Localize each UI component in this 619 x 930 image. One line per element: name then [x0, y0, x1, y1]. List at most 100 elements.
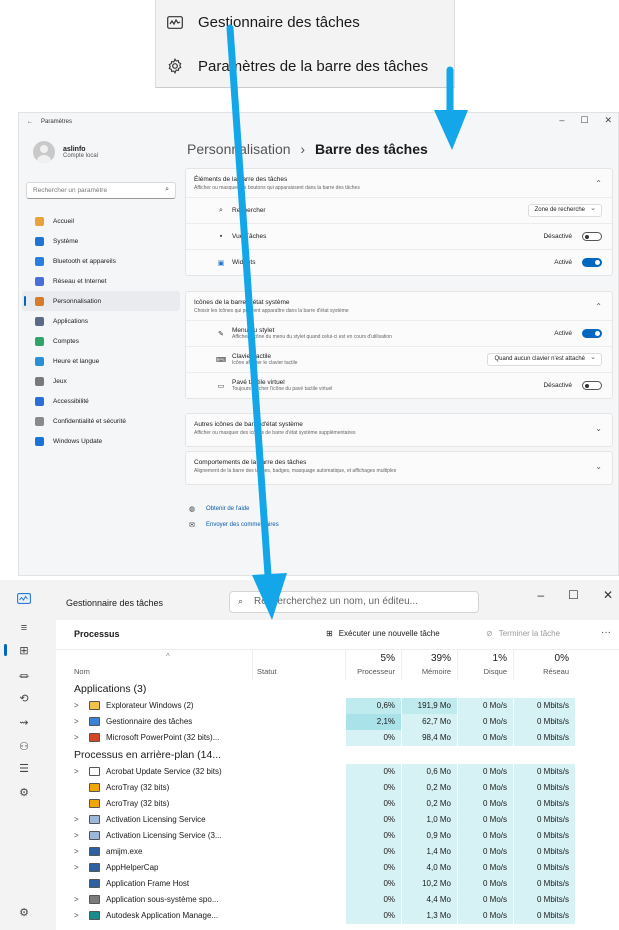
- table-row[interactable]: > Acrobat Update Service (32 bits) 0% 0,6 M…: [56, 764, 619, 780]
- minimize-icon[interactable]: –: [559, 115, 564, 126]
- close-icon[interactable]: ✕: [603, 588, 613, 602]
- sidebar-item-bluetooth-et-appareils[interactable]: Bluetooth et appareils: [22, 251, 180, 271]
- sidebar-item-confidentialit-et-s-curit-[interactable]: Confidentialité et sécurité: [22, 411, 180, 431]
- sidebar-item-windows-update[interactable]: Windows Update: [22, 431, 180, 451]
- sidebar-item-r-seau-et-internet[interactable]: Réseau et Internet: [22, 271, 180, 291]
- chevron-up-icon[interactable]: ⌃: [595, 179, 602, 188]
- chevron-right-icon[interactable]: >: [74, 831, 79, 840]
- column-header-name[interactable]: ^ Nom: [56, 650, 252, 680]
- column-usage: 1%: [492, 653, 507, 664]
- cell-net: 0 Mbits/s: [513, 764, 575, 780]
- chevron-right-icon[interactable]: >: [74, 815, 79, 824]
- card-header[interactable]: Comportements de la barre des tâches Ali…: [186, 452, 612, 480]
- maximize-icon[interactable]: ☐: [568, 588, 579, 602]
- chevron-right-icon[interactable]: >: [74, 717, 79, 726]
- column-header-cpu[interactable]: 5% Processeur: [345, 650, 401, 680]
- table-row[interactable]: > Explorateur Windows (2) 0,6% 191,9 Mo 0 Mo…: [56, 698, 619, 714]
- maximize-icon[interactable]: ☐: [580, 115, 588, 126]
- end-task-button[interactable]: ⊘ Terminer la tâche: [486, 629, 560, 638]
- nav-icon: [35, 296, 44, 306]
- process-search-input[interactable]: ⌕ Rechercherchez un nom, un éditeu...: [229, 591, 479, 613]
- sidebar-item-accessibilit-[interactable]: Accessibilité: [22, 391, 180, 411]
- chevron-right-icon[interactable]: >: [74, 701, 79, 710]
- table-row[interactable]: > Activation Licensing Service 0% 1,0 Mo 0 M…: [56, 812, 619, 828]
- card-other-tray-icons[interactable]: Autres icônes de barre d'état système Af…: [185, 413, 613, 447]
- table-row[interactable]: > Microsoft PowerPoint (32 bits)... 0% 98,4…: [56, 730, 619, 746]
- card-header[interactable]: Éléments de la barre des tâches Afficher…: [186, 169, 612, 197]
- process-icon: [89, 701, 100, 710]
- hamburger-menu-icon[interactable]: ≡: [14, 618, 34, 638]
- chevron-right-icon[interactable]: >: [74, 863, 79, 872]
- column-header-disk[interactable]: 1% Disque: [457, 650, 513, 680]
- cell-net: 0 Mbits/s: [513, 892, 575, 908]
- group-header[interactable]: Applications (3): [56, 680, 619, 698]
- get-help-link[interactable]: ◍ Obtenir de l'aide: [189, 501, 279, 517]
- chevron-right-icon[interactable]: >: [74, 847, 79, 856]
- chevron-down-icon[interactable]: ⌄: [595, 424, 602, 433]
- performance-icon[interactable]: ⏛: [14, 666, 34, 686]
- card-header[interactable]: Autres icônes de barre d'état système Af…: [186, 414, 612, 442]
- services-icon[interactable]: ⚙: [14, 782, 34, 802]
- breadcrumb-parent[interactable]: Personnalisation: [187, 141, 291, 157]
- run-new-task-button[interactable]: ⊞ Exécuter une nouvelle tâche: [326, 629, 440, 638]
- sidebar-item-syst-me[interactable]: Système: [22, 231, 180, 251]
- startup-apps-icon[interactable]: ⇝: [14, 712, 34, 732]
- table-row[interactable]: > amijm.exe 0% 1,4 Mo 0 Mo/s 0 Mbits/s: [56, 844, 619, 860]
- column-header-memory[interactable]: 39% Mémoire: [401, 650, 457, 680]
- group-header[interactable]: Processus en arrière-plan (14...: [56, 746, 619, 764]
- table-row[interactable]: AcroTray (32 bits) 0% 0,2 Mo 0 Mo/s 0 Mbits/…: [56, 796, 619, 812]
- sidebar-item-jeux[interactable]: Jeux: [22, 371, 180, 391]
- sidebar-item-applications[interactable]: Applications: [22, 311, 180, 331]
- send-feedback-link[interactable]: ✉ Envoyer des commentaires: [189, 517, 279, 533]
- sidebar-item-personnalisation[interactable]: Personnalisation: [22, 291, 180, 311]
- table-row[interactable]: Application Frame Host 0% 10,2 Mo 0 Mo/s 0 M…: [56, 876, 619, 892]
- more-options-button[interactable]: ···: [601, 627, 611, 638]
- cell-net: 0 Mbits/s: [513, 876, 575, 892]
- table-row[interactable]: > Gestionnaire des tâches 2,1% 62,7 Mo 0 Mo/…: [56, 714, 619, 730]
- back-arrow-icon[interactable]: ←: [27, 119, 33, 125]
- settings-gear-icon[interactable]: ⚙: [14, 902, 34, 922]
- minimize-icon[interactable]: –: [537, 588, 544, 602]
- cell-net: 0 Mbits/s: [513, 844, 575, 860]
- sidebar-item-accueil[interactable]: Accueil: [22, 211, 180, 231]
- close-icon[interactable]: ✕: [604, 115, 612, 126]
- pen-menu-toggle[interactable]: [582, 329, 602, 338]
- menu-item-taskbar-settings[interactable]: Paramètres de la barre des tâches: [156, 44, 454, 88]
- menu-item-task-manager[interactable]: Gestionnaire des tâches: [156, 0, 454, 44]
- app-history-icon[interactable]: ⟲: [14, 688, 34, 708]
- table-row[interactable]: > Autodesk Application Manage... 0% 1,3 Mo 0…: [56, 908, 619, 924]
- chevron-right-icon[interactable]: >: [74, 911, 79, 920]
- chevron-right-icon[interactable]: >: [74, 767, 79, 776]
- setting-label: Vue Tâches: [232, 233, 267, 240]
- column-header-network[interactable]: 0% Réseau: [513, 650, 575, 680]
- sidebar-item-heure-et-langue[interactable]: Heure et langue: [22, 351, 180, 371]
- nav-icon: [35, 216, 44, 226]
- touch-keyboard-dropdown[interactable]: Quand aucun clavier n'est attaché: [487, 353, 602, 366]
- cell-disk: 0 Mo/s: [457, 796, 513, 812]
- table-row[interactable]: > Application sous-système spo... 0% 4,4 Mo…: [56, 892, 619, 908]
- task-view-toggle[interactable]: [582, 232, 602, 241]
- card-taskbar-behaviors[interactable]: Comportements de la barre des tâches Ali…: [185, 451, 613, 485]
- chevron-right-icon[interactable]: >: [74, 895, 79, 904]
- processes-icon[interactable]: ⊞: [4, 640, 34, 660]
- column-header-status[interactable]: Statut: [252, 650, 345, 680]
- chevron-down-icon[interactable]: ⌄: [595, 462, 602, 471]
- search-mode-dropdown[interactable]: Zone de recherche: [527, 204, 602, 217]
- details-icon[interactable]: ☰: [14, 758, 34, 778]
- table-row[interactable]: > AppHelperCap 0% 4,0 Mo 0 Mo/s 0 Mbits/s: [56, 860, 619, 876]
- table-row[interactable]: AcroTray (32 bits) 0% 0,2 Mo 0 Mo/s 0 Mbits/…: [56, 780, 619, 796]
- card-header[interactable]: Icônes de la barre d'état système Choisi…: [186, 292, 612, 320]
- table-row[interactable]: > Activation Licensing Service (3... 0% 0,9…: [56, 828, 619, 844]
- widgets-toggle[interactable]: [582, 258, 602, 267]
- user-profile[interactable]: aslinfo Compte local: [33, 141, 98, 163]
- settings-search-input[interactable]: Rechercher un paramètre ⌕: [26, 182, 176, 199]
- virtual-touchpad-toggle[interactable]: [582, 381, 602, 390]
- cell-net: 0 Mbits/s: [513, 714, 575, 730]
- users-icon[interactable]: ⚇: [14, 736, 34, 756]
- chevron-right-icon[interactable]: >: [74, 733, 79, 742]
- sidebar-item-comptes[interactable]: Comptes: [22, 331, 180, 351]
- card-taskbar-items: Éléments de la barre des tâches Afficher…: [185, 168, 613, 276]
- search-placeholder: Rechercherchez un nom, un éditeu...: [254, 596, 418, 607]
- chevron-up-icon[interactable]: ⌃: [595, 302, 602, 311]
- process-name: AcroTray (32 bits): [106, 799, 170, 808]
